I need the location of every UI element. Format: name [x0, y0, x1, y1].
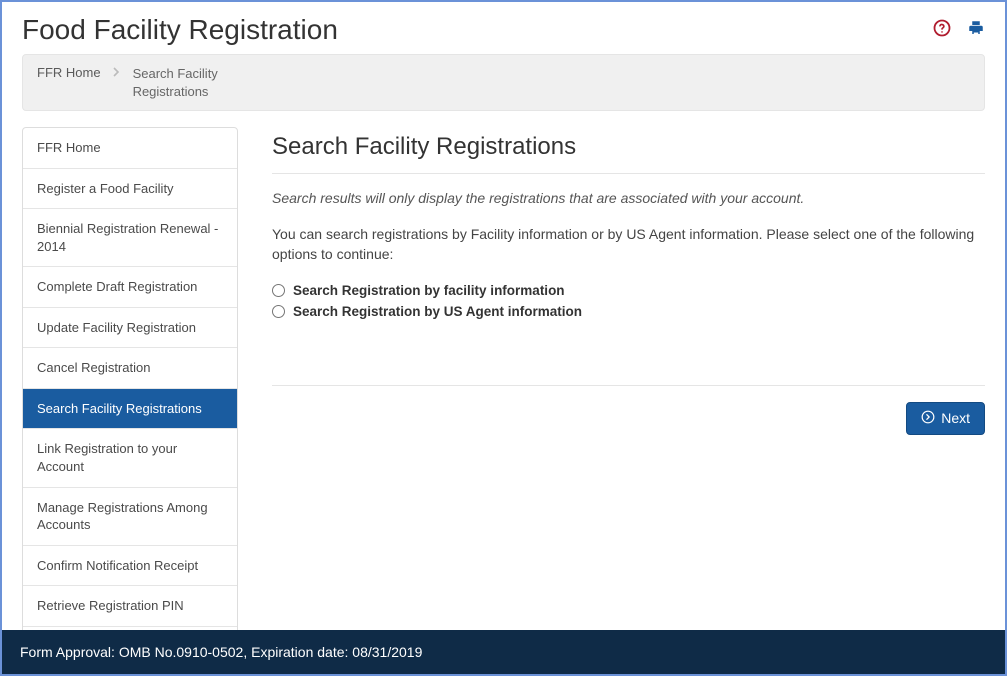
- next-button-label: Next: [941, 410, 970, 426]
- print-icon[interactable]: [967, 19, 985, 42]
- radio-input-facility[interactable]: [272, 284, 285, 297]
- sidebar-item-update-facility[interactable]: Update Facility Registration: [23, 308, 237, 349]
- next-button[interactable]: Next: [906, 402, 985, 435]
- radio-label-facility[interactable]: Search Registration by facility informat…: [293, 283, 565, 298]
- sidebar-item-register-food-facility[interactable]: Register a Food Facility: [23, 169, 237, 210]
- intro-plain-text: You can search registrations by Facility…: [272, 224, 985, 265]
- main-heading: Search Facility Registrations: [272, 133, 985, 161]
- help-icon[interactable]: [933, 19, 951, 42]
- sidebar-item-link-registration[interactable]: Link Registration to your Account: [23, 429, 237, 487]
- footer-text: Form Approval: OMB No.0910-0502, Expirat…: [20, 644, 422, 660]
- sidebar-item-complete-draft[interactable]: Complete Draft Registration: [23, 267, 237, 308]
- breadcrumb: FFR Home Search Facility Registrations: [22, 54, 985, 111]
- sidebar-item-ffr-home[interactable]: FFR Home: [23, 128, 237, 169]
- sidebar-item-confirm-notification[interactable]: Confirm Notification Receipt: [23, 546, 237, 587]
- sidebar-nav: FFR Home Register a Food Facility Bienni…: [22, 127, 238, 630]
- main-panel: Search Facility Registrations Search res…: [272, 127, 985, 630]
- sidebar-item-retrieve-pin[interactable]: Retrieve Registration PIN: [23, 586, 237, 627]
- radio-input-us-agent[interactable]: [272, 305, 285, 318]
- sidebar-item-biennial-renewal[interactable]: Biennial Registration Renewal - 2014: [23, 209, 237, 267]
- intro-italic-text: Search results will only display the reg…: [272, 190, 985, 206]
- radio-option-us-agent[interactable]: Search Registration by US Agent informat…: [272, 304, 985, 319]
- chevron-right-icon: [113, 65, 121, 80]
- arrow-right-icon: [921, 410, 935, 427]
- sidebar-item-manage-registrations[interactable]: Manage Registrations Among Accounts: [23, 488, 237, 546]
- sidebar-item-search-facility[interactable]: Search Facility Registrations: [23, 389, 237, 430]
- page-title: Food Facility Registration: [22, 14, 338, 46]
- radio-label-us-agent[interactable]: Search Registration by US Agent informat…: [293, 304, 582, 319]
- breadcrumb-current: Search Facility Registrations: [133, 65, 243, 100]
- heading-divider: [272, 173, 985, 174]
- radio-option-facility[interactable]: Search Registration by facility informat…: [272, 283, 985, 298]
- breadcrumb-root[interactable]: FFR Home: [37, 65, 101, 80]
- footer: Form Approval: OMB No.0910-0502, Expirat…: [2, 630, 1005, 674]
- sidebar-item-cancel-registration[interactable]: Cancel Registration: [23, 348, 237, 389]
- header-toolbar: [933, 19, 985, 42]
- action-divider: [272, 385, 985, 386]
